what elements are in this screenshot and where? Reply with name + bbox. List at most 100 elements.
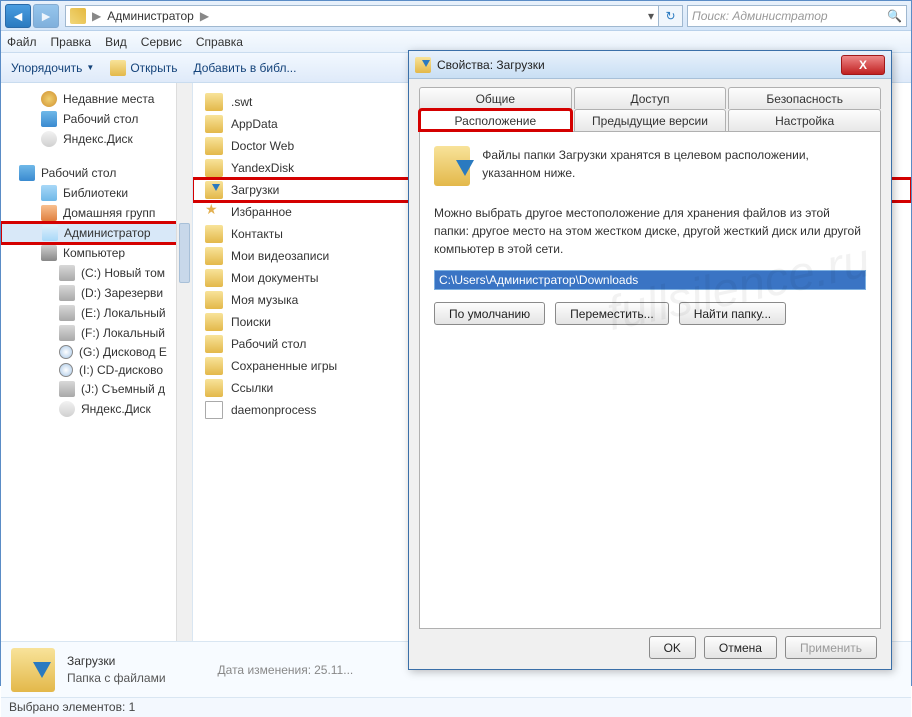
tree-scrollbar[interactable] <box>176 83 192 641</box>
computer-icon <box>41 245 57 261</box>
details-name: Загрузки <box>67 653 166 670</box>
menu-view[interactable]: Вид <box>105 35 127 49</box>
folder-icon <box>205 225 223 243</box>
list-item-label: .swt <box>231 95 252 109</box>
homegroup-icon <box>41 205 57 221</box>
list-item-label: Рабочий стол <box>231 337 306 351</box>
list-item-label: Мои документы <box>231 271 318 285</box>
tab-strip: Общие Доступ Безопасность Расположение П… <box>409 79 891 131</box>
tree-yandex-disk[interactable]: Яндекс.Диск <box>1 129 192 149</box>
location-description-2: Можно выбрать другое местоположение для … <box>434 204 866 258</box>
tree-libraries[interactable]: Библиотеки <box>1 183 192 203</box>
list-item-label: daemonprocess <box>231 403 316 417</box>
cancel-button[interactable]: Отмена <box>704 636 777 659</box>
move-button[interactable]: Переместить... <box>555 302 669 325</box>
list-item-label: Doctor Web <box>231 139 294 153</box>
chevron-down-icon: ▼ <box>86 63 94 72</box>
folder-icon <box>205 137 223 155</box>
search-input[interactable]: Поиск: Администратор 🔍 <box>687 5 907 27</box>
tree-drive[interactable]: (C:) Новый том <box>1 263 192 283</box>
nav-buttons: ◄ ► <box>5 4 59 28</box>
tab-location[interactable]: Расположение <box>419 109 572 131</box>
address-dropdown-icon[interactable]: ▾ <box>648 9 654 23</box>
open-icon <box>110 60 126 76</box>
downloads-icon <box>434 146 470 186</box>
restore-default-button[interactable]: По умолчанию <box>434 302 545 325</box>
ok-button[interactable]: OK <box>649 636 696 659</box>
nav-tree: Недавние места Рабочий стол Яндекс.Диск … <box>1 83 193 641</box>
tree-homegroup[interactable]: Домашняя групп <box>1 203 192 223</box>
desktop-icon <box>41 111 57 127</box>
menu-help[interactable]: Справка <box>196 35 243 49</box>
tree-drive[interactable]: (E:) Локальный <box>1 303 192 323</box>
tree-drive[interactable]: (I:) CD-дисково <box>1 361 192 379</box>
yadisk-icon <box>59 401 75 417</box>
tab-security[interactable]: Безопасность <box>728 87 881 109</box>
tab-general[interactable]: Общие <box>419 87 572 109</box>
scroll-thumb[interactable] <box>179 223 190 283</box>
find-target-button[interactable]: Найти папку... <box>679 302 786 325</box>
bd-icon <box>59 345 73 359</box>
breadcrumb-sep-icon: ▶ <box>90 9 103 23</box>
drive-icon <box>59 325 75 341</box>
tab-previous-versions[interactable]: Предыдущие версии <box>574 109 727 131</box>
tab-sharing[interactable]: Доступ <box>574 87 727 109</box>
folder-icon <box>205 357 223 375</box>
tree-computer[interactable]: Компьютер <box>1 243 192 263</box>
folder-icon <box>205 313 223 331</box>
apply-button[interactable]: Применить <box>785 636 877 659</box>
recent-icon <box>41 91 57 107</box>
list-item-label: Ссылки <box>231 381 273 395</box>
file-icon <box>205 401 223 419</box>
folder-icon <box>70 8 86 24</box>
status-bar: Выбрано элементов: 1 <box>1 697 911 717</box>
toolbar-organize[interactable]: Упорядочить▼ <box>11 61 94 75</box>
tree-desktop-root[interactable]: Рабочий стол <box>1 163 192 183</box>
location-description: Файлы папки Загрузки хранятся в целевом … <box>482 146 866 186</box>
list-item-label: Моя музыка <box>231 293 298 307</box>
details-type: Папка с файлами <box>67 670 166 687</box>
list-item-label: AppData <box>231 117 278 131</box>
list-item-label: Мои видеозаписи <box>231 249 329 263</box>
dialog-footer: OK Отмена Применить <box>649 636 877 659</box>
search-icon: 🔍 <box>887 9 902 23</box>
cd-icon <box>59 363 73 377</box>
tab-customize[interactable]: Настройка <box>728 109 881 131</box>
forward-button[interactable]: ► <box>33 4 59 28</box>
toolbar-open[interactable]: Открыть <box>110 60 177 76</box>
tree-drive[interactable]: Яндекс.Диск <box>1 399 192 419</box>
folder-icon <box>205 159 223 177</box>
tree-recent[interactable]: Недавние места <box>1 89 192 109</box>
tree-desktop[interactable]: Рабочий стол <box>1 109 192 129</box>
back-button[interactable]: ◄ <box>5 4 31 28</box>
breadcrumb-segment[interactable]: Администратор <box>107 9 194 23</box>
toolbar-add-library[interactable]: Добавить в библ... <box>193 61 296 75</box>
downloads-icon <box>11 648 55 692</box>
refresh-button[interactable]: ↻ <box>659 5 683 27</box>
address-bar[interactable]: ▶ Администратор ▶ ▾ <box>65 5 659 27</box>
selection-count: Выбрано элементов: 1 <box>9 700 135 714</box>
breadcrumb-sep-icon: ▶ <box>198 9 211 23</box>
close-button[interactable]: X <box>841 55 885 75</box>
location-path-input[interactable] <box>434 270 866 290</box>
library-icon <box>41 185 57 201</box>
list-item-label: Поиски <box>231 315 271 329</box>
folder-icon <box>205 291 223 309</box>
fav-icon <box>205 203 223 221</box>
dialog-titlebar[interactable]: Свойства: Загрузки X <box>409 51 891 79</box>
tree-drive[interactable]: (G:) Дисковод E <box>1 343 192 361</box>
tree-drive[interactable]: (F:) Локальный <box>1 323 192 343</box>
menu-edit[interactable]: Правка <box>51 35 92 49</box>
tree-admin[interactable]: Администратор <box>1 223 192 243</box>
drive-icon <box>59 381 75 397</box>
list-item-label: YandexDisk <box>231 161 294 175</box>
tree-drive[interactable]: (J:) Съемный д <box>1 379 192 399</box>
menu-file[interactable]: Файл <box>7 35 37 49</box>
tree-drive[interactable]: (D:) Зарезерви <box>1 283 192 303</box>
drive-icon <box>59 305 75 321</box>
menu-tools[interactable]: Сервис <box>141 35 182 49</box>
details-meta: Дата изменения: 25.11... <box>218 663 354 677</box>
folder-icon <box>205 335 223 353</box>
folder-icon <box>205 247 223 265</box>
downloads-icon <box>415 57 431 73</box>
